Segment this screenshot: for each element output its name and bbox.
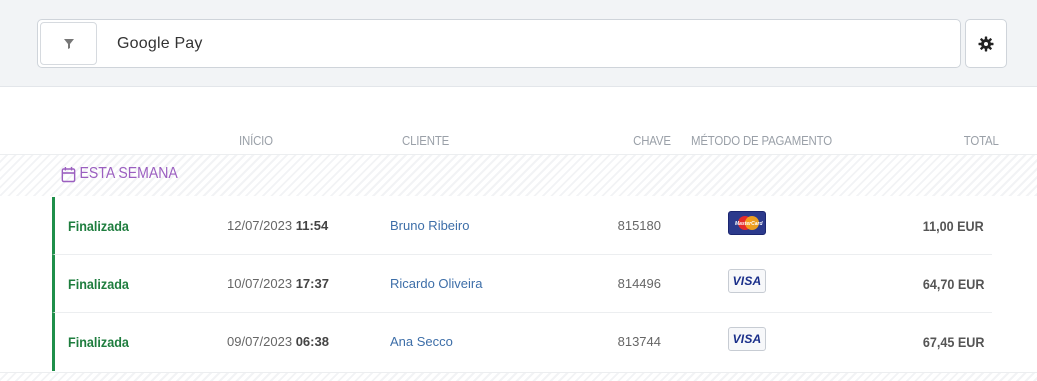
search-input[interactable]: Google Pay xyxy=(117,20,203,67)
client-link[interactable]: Ana Secco xyxy=(390,313,453,371)
key-value: 814496 xyxy=(617,276,661,291)
mastercard-icon: MasterCard xyxy=(728,211,766,235)
start-date: 09/07/2023 xyxy=(227,334,293,349)
column-header-payment[interactable]: MÉTODO DE PAGAMENTO xyxy=(691,133,832,148)
visa-icon: VISA xyxy=(728,269,766,293)
key-value: 813744 xyxy=(617,334,661,349)
payment-method: MasterCard xyxy=(728,211,766,235)
group-header: ESTA SEMANA xyxy=(0,154,1037,196)
transactions-table: Finalizada 12/07/2023 11:54 Bruno Ribeir… xyxy=(52,197,992,371)
visa-icon: VISA xyxy=(728,327,766,351)
payment-method: VISA xyxy=(728,327,766,351)
status-label: Finalizada xyxy=(68,276,129,292)
start-datetime: 10/07/2023 17:37 xyxy=(227,255,329,313)
gear-icon xyxy=(978,36,994,51)
table-row[interactable]: Finalizada 12/07/2023 11:54 Bruno Ribeir… xyxy=(52,197,992,255)
filter-button[interactable] xyxy=(40,22,97,65)
column-header-client[interactable]: CLIENTE xyxy=(402,133,449,148)
top-toolbar: Google Pay xyxy=(0,0,1037,87)
client-link[interactable]: Bruno Ribeiro xyxy=(390,197,470,255)
table-row[interactable]: Finalizada 10/07/2023 17:37 Ricardo Oliv… xyxy=(52,255,992,313)
status-label: Finalizada xyxy=(68,218,129,234)
total-amount: 67,45 EUR xyxy=(922,334,984,350)
start-datetime: 12/07/2023 11:54 xyxy=(227,197,328,255)
start-date: 10/07/2023 xyxy=(227,276,293,291)
start-datetime: 09/07/2023 06:38 xyxy=(227,313,329,371)
total-amount: 64,70 EUR xyxy=(922,276,984,292)
start-date: 12/07/2023 xyxy=(227,218,293,233)
status-label: Finalizada xyxy=(68,334,129,350)
card-brand-text: VISA xyxy=(732,274,762,288)
start-time: 17:37 xyxy=(295,276,329,291)
search-bar[interactable]: Google Pay xyxy=(37,19,961,68)
column-header-start[interactable]: INÍCIO xyxy=(239,133,273,148)
group-label: ESTA SEMANA xyxy=(61,165,178,183)
table-footer-divider xyxy=(0,372,1037,381)
key-value: 815180 xyxy=(617,218,661,233)
total-amount: 11,00 EUR xyxy=(923,218,984,234)
settings-button[interactable] xyxy=(965,19,1007,68)
card-brand-text: MasterCard xyxy=(735,221,763,227)
filter-icon xyxy=(63,38,74,49)
table-row[interactable]: Finalizada 09/07/2023 06:38 Ana Secco 81… xyxy=(52,313,992,371)
start-time: 06:38 xyxy=(295,334,329,349)
start-time: 11:54 xyxy=(295,218,329,233)
column-header-key[interactable]: CHAVE xyxy=(633,133,671,148)
group-label-text: ESTA SEMANA xyxy=(79,165,178,182)
payment-method: VISA xyxy=(728,269,766,293)
client-link[interactable]: Ricardo Oliveira xyxy=(390,255,482,313)
column-header-total[interactable]: TOTAL xyxy=(964,133,999,148)
calendar-icon xyxy=(61,166,76,182)
card-brand-text: VISA xyxy=(732,332,762,346)
